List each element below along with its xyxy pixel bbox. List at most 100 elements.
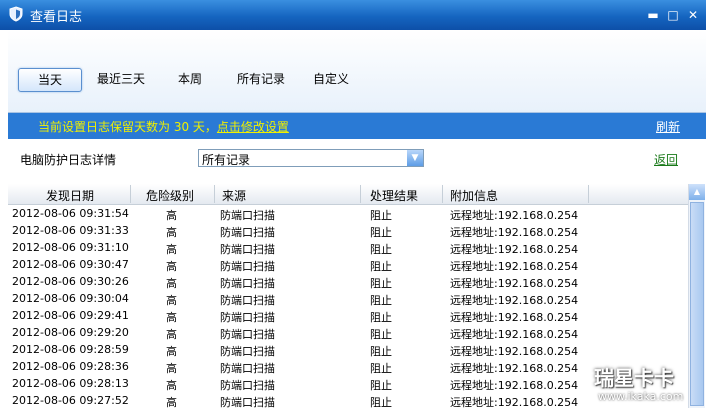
cell-extra-info: 远程地址:192.168.0.254 [450, 379, 579, 392]
cell-risk-level: 高 [166, 243, 177, 256]
table-row[interactable]: 2012-08-06 09:28:59 高 防端口扫描 阻止 远程地址:192.168.… [8, 341, 688, 358]
cell-source: 防端口扫描 [220, 379, 275, 392]
cell-risk-level: 高 [166, 209, 177, 222]
column-header-date[interactable]: 发现日期 [46, 187, 94, 204]
minimize-button[interactable]: ▬ [646, 8, 660, 22]
tab-last-three-days[interactable]: 最近三天 [90, 68, 152, 90]
cell-result: 阻止 [370, 328, 392, 341]
tab-all-records[interactable]: 所有记录 [230, 68, 292, 90]
cell-risk-level: 高 [166, 328, 177, 341]
cell-date: 2012-08-06 09:27:52 [12, 394, 129, 407]
table-row[interactable]: 2012-08-06 09:29:20 高 防端口扫描 阻止 远程地址:192.168.… [8, 324, 688, 341]
cell-date: 2012-08-06 09:30:47 [12, 258, 129, 271]
shield-icon [9, 6, 23, 22]
table-row[interactable]: 2012-08-06 09:31:10 高 防端口扫描 阻止 远程地址:192.168.… [8, 239, 688, 256]
cell-date: 2012-08-06 09:29:20 [12, 326, 129, 339]
date-range-tabs: 当天 最近三天 本周 所有记录 自定义 [8, 30, 706, 113]
record-filter-select[interactable]: 所有记录 ▼ [198, 149, 424, 167]
modify-settings-link[interactable]: 点击修改设置 [217, 120, 289, 134]
table-header: 发现日期 危险级别 来源 处理结果 附加信息 [8, 184, 688, 205]
column-divider[interactable] [214, 185, 215, 203]
cell-extra-info: 远程地址:192.168.0.254 [450, 396, 579, 408]
cell-risk-level: 高 [166, 396, 177, 408]
cell-result: 阻止 [370, 294, 392, 307]
column-divider[interactable] [588, 185, 589, 203]
cell-result: 阻止 [370, 209, 392, 222]
cell-date: 2012-08-06 09:31:54 [12, 207, 129, 220]
cell-risk-level: 高 [166, 362, 177, 375]
retention-notice: 当前设置日志保留天数为 30 天，点击修改设置 [38, 118, 289, 135]
cell-result: 阻止 [370, 260, 392, 273]
cell-risk-level: 高 [166, 277, 177, 290]
watermark: 瑞星卡卡 www.ikaka.com [590, 362, 700, 404]
log-table: 发现日期 危险级别 来源 处理结果 附加信息 2012-08-06 09:31:… [8, 184, 688, 408]
tab-this-week[interactable]: 本周 [168, 68, 212, 90]
cell-source: 防端口扫描 [220, 277, 275, 290]
cell-result: 阻止 [370, 379, 392, 392]
cell-risk-level: 高 [166, 260, 177, 273]
table-row[interactable]: 2012-08-06 09:28:13 高 防端口扫描 阻止 远程地址:192.168.… [8, 375, 688, 392]
cell-extra-info: 远程地址:192.168.0.254 [450, 243, 579, 256]
cell-result: 阻止 [370, 396, 392, 408]
retention-notice-text: 当前设置日志保留天数为 30 天， [38, 120, 217, 134]
arrow-up-icon[interactable]: ▲ [689, 184, 705, 200]
chevron-down-icon[interactable]: ▼ [407, 150, 423, 166]
cell-result: 阻止 [370, 243, 392, 256]
cell-source: 防端口扫描 [220, 345, 275, 358]
table-row[interactable]: 2012-08-06 09:31:33 高 防端口扫描 阻止 远程地址:192.168.… [8, 222, 688, 239]
watermark-brand: 瑞星卡卡 [594, 366, 674, 390]
tab-today[interactable]: 当天 [18, 68, 82, 92]
cell-source: 防端口扫描 [220, 396, 275, 408]
cell-date: 2012-08-06 09:28:13 [12, 377, 129, 390]
refresh-link[interactable]: 刷新 [656, 118, 680, 135]
tab-custom[interactable]: 自定义 [306, 68, 356, 90]
cell-extra-info: 远程地址:192.168.0.254 [450, 209, 579, 222]
close-button[interactable]: ✕ [686, 8, 700, 22]
cell-risk-level: 高 [166, 294, 177, 307]
table-row[interactable]: 2012-08-06 09:30:04 高 防端口扫描 阻止 远程地址:192.168.… [8, 290, 688, 307]
table-row[interactable]: 2012-08-06 09:31:54 高 防端口扫描 阻止 远程地址:192.168.… [8, 205, 688, 222]
cell-extra-info: 远程地址:192.168.0.254 [450, 260, 579, 273]
cell-result: 阻止 [370, 311, 392, 324]
window-title: 查看日志 [30, 10, 83, 25]
column-header-result[interactable]: 处理结果 [370, 187, 418, 204]
cell-date: 2012-08-06 09:29:41 [12, 309, 129, 322]
column-divider[interactable] [130, 185, 131, 203]
back-link[interactable]: 返回 [654, 151, 678, 168]
column-header-extra-info[interactable]: 附加信息 [450, 187, 498, 204]
cell-result: 阻止 [370, 226, 392, 239]
cell-source: 防端口扫描 [220, 328, 275, 341]
cell-extra-info: 远程地址:192.168.0.254 [450, 277, 579, 290]
column-header-source[interactable]: 来源 [222, 187, 246, 204]
table-row[interactable]: 2012-08-06 09:30:47 高 防端口扫描 阻止 远程地址:192.168.… [8, 256, 688, 273]
cell-extra-info: 远程地址:192.168.0.254 [450, 362, 579, 375]
cell-risk-level: 高 [166, 311, 177, 324]
cell-extra-info: 远程地址:192.168.0.254 [450, 311, 579, 324]
column-divider[interactable] [442, 185, 443, 203]
watermark-url: www.ikaka.com [598, 390, 684, 403]
title-bar[interactable]: 查看日志 ▬ □ ✕ [0, 0, 706, 30]
cell-result: 阻止 [370, 362, 392, 375]
record-filter-value: 所有记录 [202, 153, 251, 167]
log-viewer-window: 查看日志 ▬ □ ✕ 当天 最近三天 本周 所有记录 自定义 当前设置日志保留天… [0, 0, 706, 408]
cell-source: 防端口扫描 [220, 243, 275, 256]
table-row[interactable]: 2012-08-06 09:29:41 高 防端口扫描 阻止 远程地址:192.168.… [8, 307, 688, 324]
cell-result: 阻止 [370, 345, 392, 358]
cell-result: 阻止 [370, 277, 392, 290]
table-row[interactable]: 2012-08-06 09:30:26 高 防端口扫描 阻止 远程地址:192.168.… [8, 273, 688, 290]
table-row[interactable]: 2012-08-06 09:28:36 高 防端口扫描 阻止 远程地址:192.168.… [8, 358, 688, 375]
filter-row: 电脑防护日志详情 所有记录 ▼ 返回 [8, 139, 706, 183]
cell-extra-info: 远程地址:192.168.0.254 [450, 328, 579, 341]
cell-extra-info: 远程地址:192.168.0.254 [450, 226, 579, 239]
table-row[interactable]: 2012-08-06 09:27:52 高 防端口扫描 阻止 远程地址:192.168.… [8, 392, 688, 408]
cell-risk-level: 高 [166, 379, 177, 392]
log-detail-label: 电脑防护日志详情 [20, 153, 117, 167]
column-header-risk-level[interactable]: 危险级别 [146, 187, 194, 204]
cell-extra-info: 远程地址:192.168.0.254 [450, 294, 579, 307]
cell-date: 2012-08-06 09:30:04 [12, 292, 129, 305]
maximize-button[interactable]: □ [666, 8, 680, 22]
cell-risk-level: 高 [166, 226, 177, 239]
column-divider[interactable] [360, 185, 361, 203]
cell-source: 防端口扫描 [220, 209, 275, 222]
cell-date: 2012-08-06 09:30:26 [12, 275, 129, 288]
